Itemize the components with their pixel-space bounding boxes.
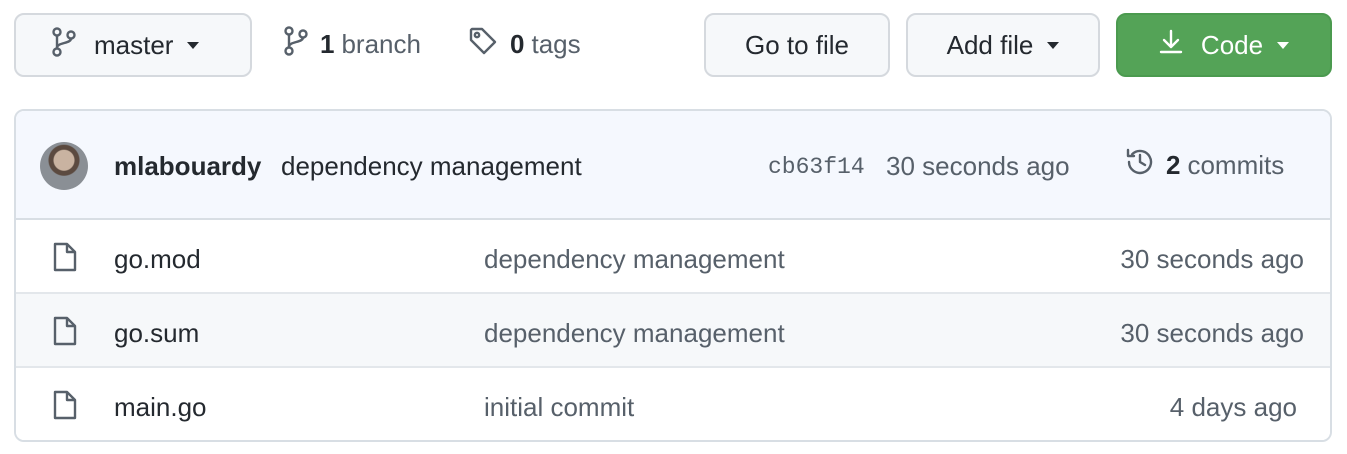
file-browser: mlabouardy dependency management cb63f14…	[14, 109, 1332, 442]
file-name[interactable]: go.mod	[114, 244, 201, 275]
file-name[interactable]: main.go	[114, 392, 207, 423]
file-icon	[52, 315, 78, 352]
git-branch-icon	[52, 26, 76, 64]
code-label: Code	[1200, 29, 1264, 60]
file-row: main.go initial commit 4 days ago	[16, 368, 1330, 440]
commit-sha[interactable]: cb63f14	[768, 154, 865, 180]
file-row: go.sum dependency management 30 seconds …	[16, 294, 1330, 368]
code-button[interactable]: Code	[1116, 13, 1332, 77]
go-to-file-label: Go to file	[744, 29, 850, 60]
file-commit-age: 30 seconds ago	[1120, 318, 1304, 348]
chevron-down-icon	[187, 41, 200, 49]
chevron-down-icon	[1047, 41, 1060, 49]
history-icon	[1124, 146, 1156, 185]
branches-label: branch	[341, 28, 421, 59]
tags-label: tags	[531, 28, 581, 59]
branches-count: 1	[320, 28, 335, 59]
branch-select-button[interactable]: master	[14, 13, 252, 77]
file-row: go.mod dependency management 30 seconds …	[16, 220, 1330, 294]
add-file-button[interactable]: Add file	[906, 13, 1100, 77]
download-icon	[1159, 29, 1183, 62]
repo-toolbar: master 1 branch 0 tags Go to file Add fi…	[0, 0, 1347, 90]
git-branch-icon	[284, 25, 308, 63]
commits-label: commits	[1187, 149, 1285, 180]
file-commit-age: 30 seconds ago	[1120, 244, 1304, 274]
avatar[interactable]	[40, 142, 88, 190]
file-commit-age: 4 days ago	[1169, 392, 1297, 422]
tag-icon	[468, 26, 498, 63]
commit-author[interactable]: mlabouardy	[114, 151, 261, 182]
commit-message[interactable]: dependency management	[281, 151, 582, 182]
file-commit-message[interactable]: dependency management	[484, 318, 785, 349]
commits-link[interactable]: 2 commits	[1124, 145, 1284, 185]
go-to-file-button[interactable]: Go to file	[704, 13, 890, 77]
file-commit-message[interactable]: dependency management	[484, 244, 785, 275]
file-icon	[52, 389, 78, 426]
tags-count: 0	[510, 28, 525, 59]
file-icon	[52, 241, 78, 278]
branch-name: master	[94, 29, 174, 60]
file-name[interactable]: go.sum	[114, 318, 199, 349]
file-commit-message[interactable]: initial commit	[484, 392, 634, 423]
add-file-label: Add file	[946, 29, 1034, 60]
latest-commit-bar: mlabouardy dependency management cb63f14…	[16, 111, 1330, 220]
branches-link[interactable]: 1 branch	[284, 24, 421, 64]
tags-link[interactable]: 0 tags	[468, 24, 581, 64]
commit-time: 30 seconds ago	[886, 151, 1070, 181]
commits-count: 2	[1166, 149, 1181, 180]
chevron-down-icon	[1277, 41, 1290, 49]
file-list: go.mod dependency management 30 seconds …	[16, 220, 1330, 440]
